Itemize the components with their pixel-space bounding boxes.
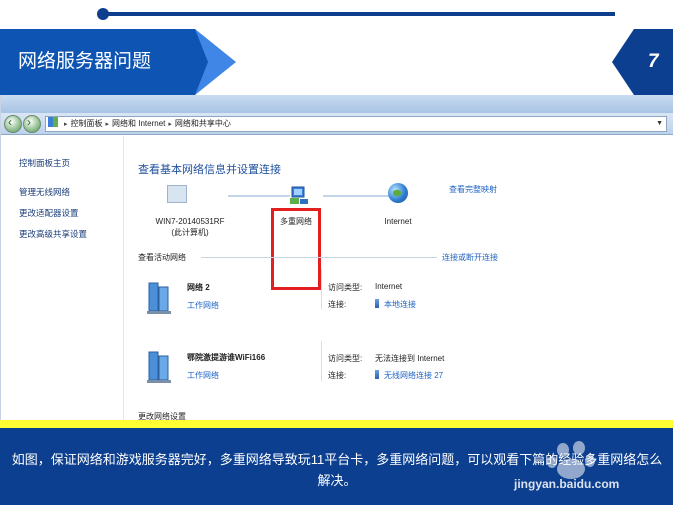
view-full-map-link[interactable]: 查看完整映射 bbox=[449, 184, 497, 195]
sidebar-item-manage-wireless[interactable]: 管理无线网络 bbox=[19, 186, 70, 198]
top-decor-dot bbox=[97, 8, 109, 20]
network-bench-icon bbox=[147, 351, 171, 383]
network-bench-icon bbox=[147, 282, 171, 314]
window-glass bbox=[1, 95, 673, 113]
main-pane: 查看基本网络信息并设置连接 查看完整映射 WIN7-20140531RF (此计… bbox=[125, 136, 673, 420]
breadcrumb-network-internet[interactable]: 网络和 Internet bbox=[112, 119, 165, 128]
connect-disconnect-link[interactable]: 连接或断开连接 bbox=[442, 252, 498, 263]
divider bbox=[321, 269, 322, 309]
left-pane: 控制面板主页 管理无线网络 更改适配器设置 更改高级共享设置 bbox=[1, 136, 124, 420]
active-networks-label: 查看活动网络 bbox=[138, 253, 186, 262]
network-2-type-link[interactable]: 工作网络 bbox=[187, 370, 219, 381]
back-arrow-icon: ‹ bbox=[8, 115, 12, 129]
network-2-connection-link[interactable]: 无线网络连接 27 bbox=[375, 370, 443, 381]
network-2-access-label: 访问类型: bbox=[328, 354, 363, 363]
divider bbox=[201, 257, 437, 258]
breadcrumb-separator-icon: ▸ bbox=[105, 121, 110, 128]
page-number: 7 bbox=[648, 51, 659, 72]
slide-title: 网络服务器问题 bbox=[18, 51, 152, 72]
network-2-conn-label: 连接: bbox=[328, 371, 347, 380]
network-1-name: 网络 2 bbox=[187, 283, 210, 292]
computer-name: WIN7-20140531RF bbox=[155, 217, 225, 226]
multi-network-icon bbox=[290, 186, 308, 204]
chevron-down-icon[interactable]: ▼ bbox=[656, 117, 663, 131]
network-1-type-link[interactable]: 工作网络 bbox=[187, 300, 219, 311]
address-bar: ‹ › ▸ 控制面板 ▸ 网络和 Internet ▸ 网络和共享中心 ▼ bbox=[1, 113, 673, 135]
sidebar-item-advanced-sharing[interactable]: 更改高级共享设置 bbox=[19, 228, 87, 240]
network-2-name: 鄂院激提游谁WiFi166 bbox=[187, 353, 266, 362]
network-1-connection-link[interactable]: 本地连接 bbox=[375, 299, 416, 310]
internet-label: Internet bbox=[384, 217, 412, 226]
breadcrumb-separator-icon: ▸ bbox=[168, 121, 172, 128]
divider bbox=[321, 341, 322, 381]
sidebar-item-control-panel-home[interactable]: 控制面板主页 bbox=[19, 157, 70, 169]
network-1-access-value: Internet bbox=[375, 282, 403, 291]
internet-globe-icon bbox=[388, 183, 408, 203]
page-badge bbox=[612, 29, 673, 95]
network-1-conn-label: 连接: bbox=[328, 300, 347, 309]
breadcrumb-sharing-center[interactable]: 网络和共享中心 bbox=[175, 119, 231, 128]
top-decor-line bbox=[103, 12, 615, 16]
watermark-text: jingyan.baidu.com bbox=[514, 477, 620, 491]
control-panel-icon bbox=[48, 117, 58, 127]
network-center-screenshot: ‹ › ▸ 控制面板 ▸ 网络和 Internet ▸ 网络和共享中心 ▼ 控制面板主页 … bbox=[0, 95, 673, 420]
change-network-settings-label: 更改网络设置 bbox=[138, 412, 186, 420]
sidebar-item-adapter-settings[interactable]: 更改适配器设置 bbox=[19, 207, 79, 219]
computer-sub: (此计算机) bbox=[171, 228, 209, 237]
main-title: 查看基本网络信息并设置连接 bbox=[138, 164, 281, 176]
breadcrumb-separator-icon: ▸ bbox=[64, 121, 68, 128]
computer-icon bbox=[167, 185, 187, 203]
forward-button[interactable]: › bbox=[23, 115, 41, 133]
computer-label: WIN7-20140531RF (此计算机) bbox=[137, 216, 243, 238]
breadcrumb-control-panel[interactable]: 控制面板 bbox=[71, 119, 103, 128]
connection-line bbox=[323, 195, 395, 197]
back-button[interactable]: ‹ bbox=[4, 115, 22, 133]
highlight-box bbox=[271, 208, 321, 290]
connection-line bbox=[228, 195, 290, 197]
network-2-access-value: 无法连接到 Internet bbox=[375, 354, 445, 363]
network-1-access-label: 访问类型: bbox=[328, 283, 363, 292]
forward-arrow-icon: › bbox=[27, 115, 31, 129]
yellow-strip bbox=[0, 420, 673, 428]
address-field[interactable]: ▸ 控制面板 ▸ 网络和 Internet ▸ 网络和共享中心 ▼ bbox=[45, 116, 667, 132]
